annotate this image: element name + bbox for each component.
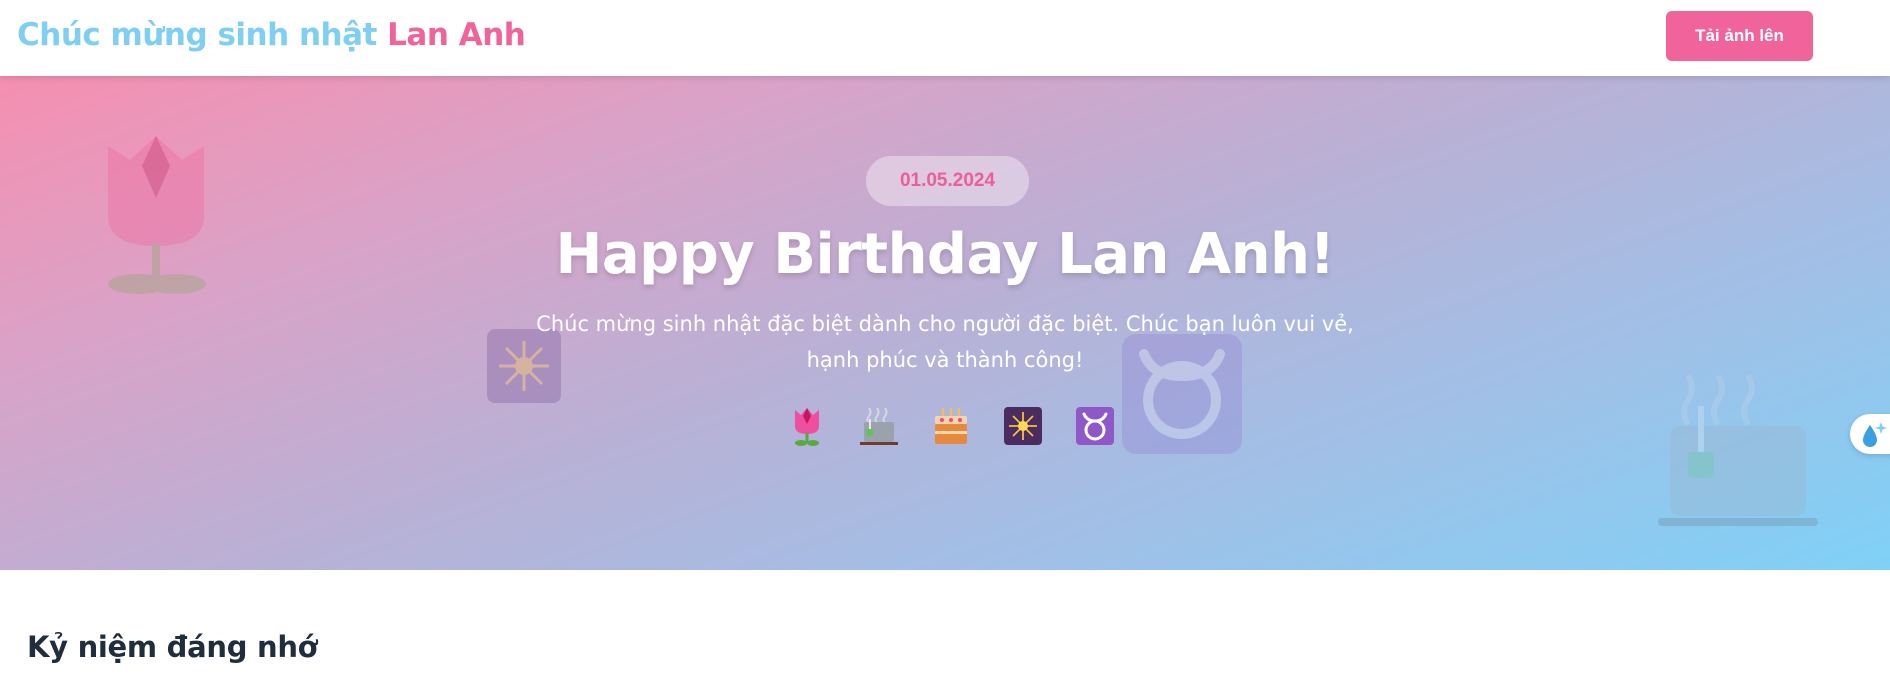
site-title: Chúc mừng sinh nhật Lan Anh <box>17 17 526 53</box>
emoji-row <box>788 406 1114 446</box>
site-title-name: Lan Anh <box>387 17 526 53</box>
hero-subtitle: Chúc mừng sinh nhật đặc biệt dành cho ng… <box>536 312 1354 372</box>
tulip-icon <box>795 408 819 446</box>
top-navbar: Chúc mừng sinh nhật Lan Anh Tải ảnh lên <box>0 0 1890 76</box>
memories-section-title: Kỷ niệm đáng nhớ <box>27 630 318 664</box>
date-badge: 01.05.2024 <box>866 156 1029 206</box>
hero-banner: 01.05.2024 Happy Birthday Lan Anh! Chúc … <box>0 76 1890 570</box>
site-title-greeting: Chúc mừng sinh nhật <box>17 17 377 53</box>
effects-toggle-button[interactable] <box>1850 414 1890 454</box>
birthday-cake-icon <box>935 408 967 444</box>
tea-decoration-icon <box>1658 374 1818 526</box>
upload-photo-button[interactable]: Tải ảnh lên <box>1666 11 1813 61</box>
water-sparkle-icon <box>1863 422 1887 447</box>
tea-icon <box>860 407 898 445</box>
sparkler-icon <box>1004 407 1042 445</box>
taurus-icon <box>1076 407 1114 445</box>
hero-title: Happy Birthday Lan Anh! <box>555 222 1335 287</box>
